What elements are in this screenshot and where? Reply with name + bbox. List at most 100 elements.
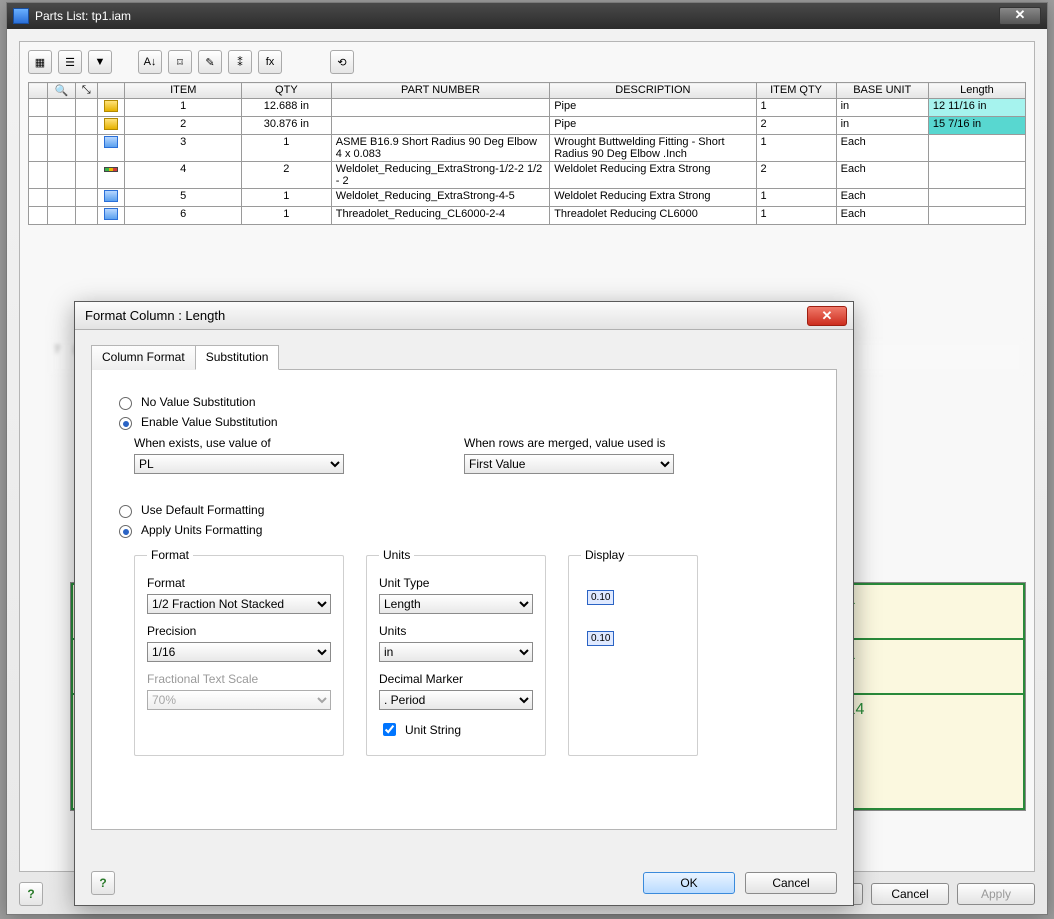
col-length[interactable]: Length xyxy=(928,83,1025,99)
cell-description[interactable]: Pipe xyxy=(550,117,756,135)
cell-description[interactable]: Threadolet Reducing CL6000 xyxy=(550,207,756,225)
radio-apply-units-input[interactable] xyxy=(119,525,132,538)
radio-apply-units-formatting[interactable]: Apply Units Formatting xyxy=(114,522,814,538)
cell-length[interactable] xyxy=(928,189,1025,207)
cell-base-unit[interactable]: Each xyxy=(836,189,928,207)
cell-base-unit[interactable]: in xyxy=(836,99,928,117)
select-merge-value[interactable]: First Value xyxy=(464,454,674,474)
table-row[interactable]: 61Threadolet_Reducing_CL6000-2-4Threadol… xyxy=(29,207,1026,225)
cell-qty[interactable]: 1 xyxy=(241,207,331,225)
col-partnum[interactable]: PART NUMBER xyxy=(331,83,549,99)
display-toggle-leading-zero[interactable]: 0.10 xyxy=(587,590,614,605)
cell-base-unit[interactable]: in xyxy=(836,117,928,135)
cell-length[interactable] xyxy=(928,207,1025,225)
col-icon[interactable] xyxy=(97,83,125,99)
cell-description[interactable]: Weldolet Reducing Extra Strong xyxy=(550,189,756,207)
col-desc[interactable]: DESCRIPTION xyxy=(550,83,756,99)
cell-part-number[interactable]: Weldolet_Reducing_ExtraStrong-1/2-2 1/2 … xyxy=(331,162,549,189)
main-apply-button[interactable]: Apply xyxy=(957,883,1035,905)
table-row[interactable]: 31ASME B16.9 Short Radius 90 Deg Elbow 4… xyxy=(29,135,1026,162)
select-unit-type[interactable]: Length xyxy=(379,594,533,614)
select-precision[interactable]: 1/16 xyxy=(147,642,331,662)
cell-qty[interactable]: 1 xyxy=(241,189,331,207)
main-cancel-button[interactable]: Cancel xyxy=(871,883,949,905)
dialog-cancel-button[interactable]: Cancel xyxy=(745,872,837,894)
cell-part-number[interactable] xyxy=(331,99,549,117)
radio-no-value-sub-input[interactable] xyxy=(119,397,132,410)
radio-use-default-formatting[interactable]: Use Default Formatting xyxy=(114,502,814,518)
refresh-button[interactable]: ⟲ xyxy=(330,50,354,74)
parts-grid[interactable]: 🔍 ⤡ ITEM QTY PART NUMBER DESCRIPTION ITE… xyxy=(28,82,1026,225)
checkbox-unit-string-input[interactable] xyxy=(383,723,396,736)
radio-use-default-input[interactable] xyxy=(119,505,132,518)
cell-length[interactable] xyxy=(928,162,1025,189)
properties-button[interactable]: ⌑ xyxy=(168,50,192,74)
cell-item-qty[interactable]: 2 xyxy=(756,162,836,189)
dialog-ok-button[interactable]: OK xyxy=(643,872,735,894)
radio-enable-value-sub[interactable]: Enable Value Substitution xyxy=(114,414,814,430)
cell-description[interactable]: Weldolet Reducing Extra Strong xyxy=(550,162,756,189)
column-chooser-button[interactable]: ▦ xyxy=(28,50,52,74)
col-itemqty[interactable]: ITEM QTY xyxy=(756,83,836,99)
cell-qty[interactable]: 1 xyxy=(241,135,331,162)
select-decimal-marker[interactable]: . Period xyxy=(379,690,533,710)
cell-part-number[interactable] xyxy=(331,117,549,135)
select-units[interactable]: in xyxy=(379,642,533,662)
cell-item-qty[interactable]: 1 xyxy=(756,99,836,117)
cell-part-number[interactable]: Threadolet_Reducing_CL6000-2-4 xyxy=(331,207,549,225)
cell-qty[interactable]: 2 xyxy=(241,162,331,189)
cell-length[interactable]: 15 7/16 in xyxy=(928,117,1025,135)
cell-item[interactable]: 2 xyxy=(125,117,242,135)
cell-item[interactable]: 5 xyxy=(125,189,242,207)
cell-length[interactable]: 12 11/16 in xyxy=(928,99,1025,117)
filter-button[interactable]: ▼ xyxy=(88,50,112,74)
cell-qty[interactable]: 30.876 in xyxy=(241,117,331,135)
col-magnify[interactable]: 🔍 xyxy=(48,83,76,99)
col-baseunit[interactable]: BASE UNIT xyxy=(836,83,928,99)
radio-no-value-sub[interactable]: No Value Substitution xyxy=(114,394,814,410)
group-button[interactable]: ☰ xyxy=(58,50,82,74)
col-blank[interactable] xyxy=(29,83,48,99)
cell-item-qty[interactable]: 1 xyxy=(756,135,836,162)
col-item[interactable]: ITEM xyxy=(125,83,242,99)
sort-button[interactable]: A↓ xyxy=(138,50,162,74)
cell-base-unit[interactable]: Each xyxy=(836,135,928,162)
cell-length[interactable] xyxy=(928,135,1025,162)
cell-qty[interactable]: 12.688 in xyxy=(241,99,331,117)
display-toggle-trailing-zero[interactable]: 0.10 xyxy=(587,631,614,646)
cell-description[interactable]: Wrought Buttwelding Fitting - Short Radi… xyxy=(550,135,756,162)
cell-item[interactable]: 3 xyxy=(125,135,242,162)
table-row[interactable]: 51Weldolet_Reducing_ExtraStrong-4-5Weldo… xyxy=(29,189,1026,207)
select-format[interactable]: 1/2 Fraction Not Stacked xyxy=(147,594,331,614)
checkbox-unit-string[interactable]: Unit String xyxy=(379,720,533,739)
col-tree[interactable]: ⤡ xyxy=(75,83,97,99)
cell-description[interactable]: Pipe xyxy=(550,99,756,117)
help-button[interactable]: ? xyxy=(19,882,43,906)
cell-base-unit[interactable]: Each xyxy=(836,207,928,225)
cell-part-number[interactable]: ASME B16.9 Short Radius 90 Deg Elbow 4 x… xyxy=(331,135,549,162)
select-source-value[interactable]: PL xyxy=(134,454,344,474)
table-row[interactable]: 112.688 inPipe1in12 11/16 in xyxy=(29,99,1026,117)
cell-item-qty[interactable]: 1 xyxy=(756,189,836,207)
table-row[interactable]: 42Weldolet_Reducing_ExtraStrong-1/2-2 1/… xyxy=(29,162,1026,189)
cell-item[interactable]: 4 xyxy=(125,162,242,189)
cell-item-qty[interactable]: 1 xyxy=(756,207,836,225)
table-row[interactable]: 230.876 inPipe2in15 7/16 in xyxy=(29,117,1026,135)
dialog-help-button[interactable]: ? xyxy=(91,871,115,895)
symbols-button[interactable]: ⁑ xyxy=(228,50,252,74)
tab-substitution[interactable]: Substitution xyxy=(195,345,280,370)
window-close-button[interactable]: ✕ xyxy=(999,7,1041,25)
cell-base-unit[interactable]: Each xyxy=(836,162,928,189)
tab-column-format[interactable]: Column Format xyxy=(91,345,196,370)
radio-enable-value-sub-input[interactable] xyxy=(119,417,132,430)
dialog-close-button[interactable]: ✕ xyxy=(807,306,847,326)
group-format: Format Format 1/2 Fraction Not Stacked P… xyxy=(134,548,344,756)
renumber-button[interactable]: ✎ xyxy=(198,50,222,74)
cell-item[interactable]: 6 xyxy=(125,207,242,225)
cell-item[interactable]: 1 xyxy=(125,99,242,117)
cell-item-qty[interactable]: 2 xyxy=(756,117,836,135)
fx-button[interactable]: fx xyxy=(258,50,282,74)
col-qty[interactable]: QTY xyxy=(241,83,331,99)
cell-part-number[interactable]: Weldolet_Reducing_ExtraStrong-4-5 xyxy=(331,189,549,207)
group-units-legend: Units xyxy=(379,548,414,562)
